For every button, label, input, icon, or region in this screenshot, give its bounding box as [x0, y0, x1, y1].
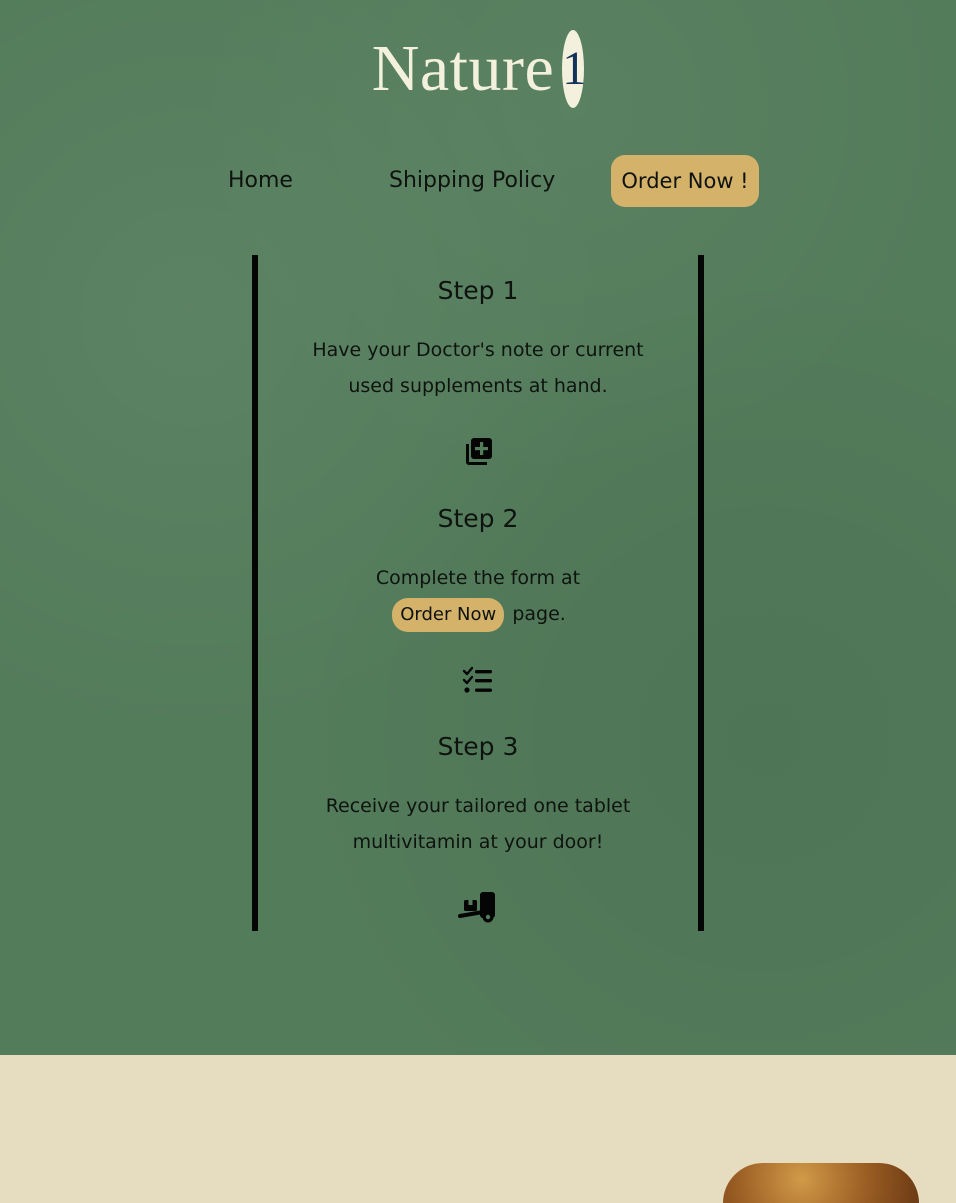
nav-home-link[interactable]: Home: [228, 155, 293, 207]
step-2-title: Step 2: [437, 504, 519, 533]
main-nav: Home Shipping Policy Order Now !: [0, 155, 956, 207]
step-3-text: Receive your tailored one tablet multivi…: [258, 788, 698, 860]
step-1-text: Have your Doctor's note or current used …: [258, 332, 698, 404]
step-1-title: Step 1: [437, 276, 519, 305]
delivery-dolly-icon: [458, 892, 495, 923]
step-2-text-line2: Order Now page.: [258, 596, 698, 632]
step-3-title: Step 3: [437, 732, 519, 761]
brand-name: Nature: [371, 32, 555, 105]
hero-section: Nature 1 Home Shipping Policy Order Now !…: [0, 0, 956, 1055]
step-3-description: Receive your tailored one tablet multivi…: [325, 795, 631, 853]
nav-order-now-button[interactable]: Order Now !: [611, 155, 759, 207]
steps-panel: Step 1 Have your Doctor's note or curren…: [252, 255, 704, 931]
nav-shipping-policy-link[interactable]: Shipping Policy: [389, 155, 555, 207]
product-image: [723, 1163, 919, 1203]
step-2-text-after: page.: [512, 603, 566, 625]
step-2-order-now-button[interactable]: Order Now: [392, 598, 505, 632]
checklist-icon: [462, 666, 492, 693]
add-notes-icon: [466, 438, 492, 465]
brand-logo[interactable]: Nature 1: [0, 30, 956, 108]
brand-badge: 1: [562, 30, 586, 108]
step-1-description: Have your Doctor's note or current used …: [312, 339, 644, 397]
bottom-section: [0, 1055, 956, 1203]
